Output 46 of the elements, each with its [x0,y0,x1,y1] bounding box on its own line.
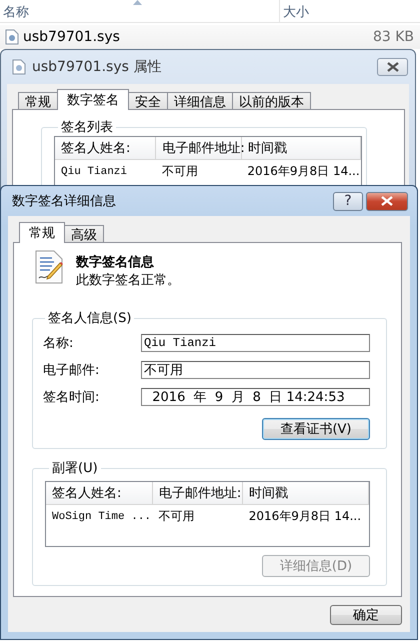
tab[interactable]: 常规 [18,92,58,109]
table-cell: 2016年9月8日 14... [241,160,360,183]
view-certificate-button[interactable]: 查看证书(V) [262,418,370,440]
field-label: 签名时间: [42,388,100,406]
ok-button[interactable]: 确定 [330,605,402,625]
text-field[interactable]: 2016 年 9 月 8 日 14:24:53 [141,388,370,406]
column-header[interactable]: 电子邮件地址: [152,482,243,504]
close-icon [386,62,398,72]
column-header[interactable]: 签名人姓名: [55,137,156,160]
help-button[interactable]: ? [333,192,363,210]
signature-list[interactable]: 签名人姓名: 电子邮件地址: 时间戳 WoSign Time ... 不可用 2016年9月8日 14... [45,481,370,547]
tab[interactable]: 数字签名 [57,89,129,110]
close-icon [381,196,393,206]
table-cell: Qiu Tianzi [55,160,156,183]
text-field[interactable]: 不可用 [141,360,370,378]
tab[interactable]: 高级 [64,225,104,242]
system-file-icon [5,29,19,45]
column-header[interactable]: 签名人姓名: [46,482,152,504]
tab[interactable]: 常规 [19,222,65,243]
table-cell: 2016年9月8日 14... [242,504,368,528]
file-icon [12,59,26,75]
group-label: 签名列表 [60,119,114,136]
close-button[interactable] [377,58,408,76]
window-title: usb79701.sys 属性 [32,58,162,76]
file-name[interactable]: usb79701.sys [23,29,373,45]
field-label: 名称: [42,334,74,352]
table-cell: 不可用 [152,504,243,528]
signed-document-icon [34,249,64,285]
tab[interactable]: 以前的版本 [232,92,311,109]
column-header[interactable]: 时间戳 [242,482,368,504]
sort-arrow-icon [133,0,142,5]
tab[interactable]: 详细信息 [167,92,233,109]
section-heading: 数字签名信息 [76,254,155,271]
file-size: 83 KB [372,29,414,45]
field-label: 电子邮件: [42,362,100,378]
table-cell: 不可用 [156,160,242,183]
table-cell: WoSign Time ... [46,504,152,528]
group-label: 签名人信息(S) [47,310,132,327]
tab[interactable]: 安全 [128,92,168,109]
column-header[interactable]: 大小 [280,0,309,22]
column-header[interactable]: 电子邮件地址: [156,137,242,160]
close-button[interactable] [366,192,408,210]
group-label: 副署(U) [51,460,99,477]
window-title: 数字签名详细信息 [12,193,117,210]
text-field[interactable]: Qiu Tianzi [141,334,370,352]
status-text: 此数字签名正常。 [76,273,180,288]
